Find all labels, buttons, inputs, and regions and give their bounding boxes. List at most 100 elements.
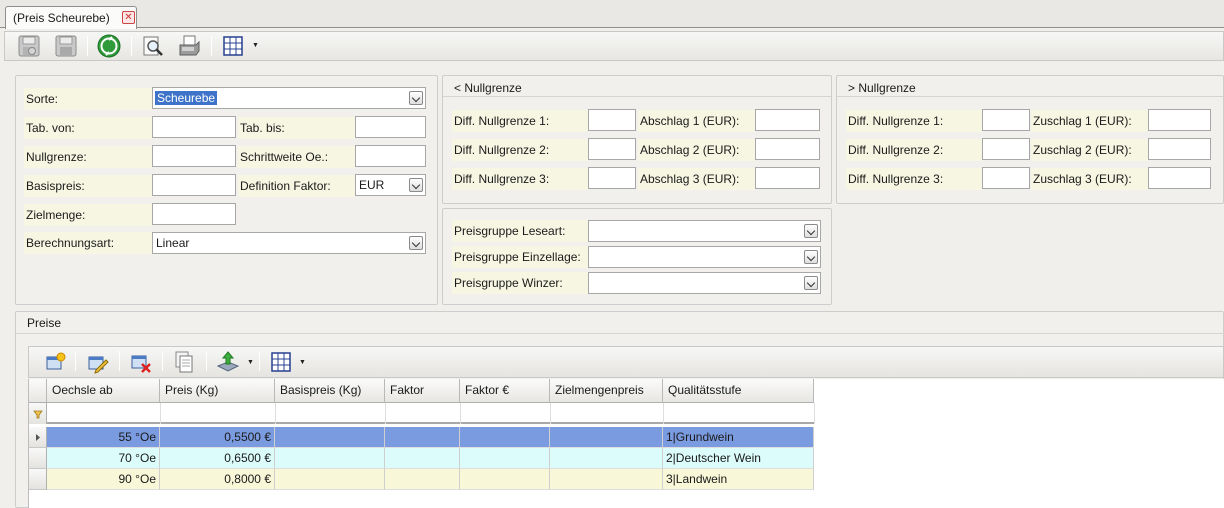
- upper-diff1-label: Diff. Nullgrenze 1:: [846, 110, 982, 132]
- document-tab[interactable]: (Preis Scheurebe) ✕: [5, 6, 137, 29]
- zielmengenpreis-cell[interactable]: [550, 427, 663, 448]
- lower-diff2-field[interactable]: [588, 138, 636, 160]
- row-header-corner: [29, 379, 47, 403]
- sorte-combo[interactable]: Scheurebe: [152, 87, 426, 109]
- upper-diff2-field[interactable]: [982, 138, 1030, 160]
- column-header[interactable]: Zielmengenpreis: [550, 379, 663, 403]
- row-indicator[interactable]: [29, 448, 47, 469]
- column-header[interactable]: Oechsle ab: [47, 379, 160, 403]
- preis-cell[interactable]: 0,5500 €: [160, 427, 275, 448]
- faktor-cell[interactable]: [385, 427, 460, 448]
- faktor-eur-cell[interactable]: [460, 427, 550, 448]
- faktor-cell[interactable]: [385, 448, 460, 469]
- chevron-down-icon[interactable]: [409, 178, 423, 192]
- filter-row[interactable]: [29, 403, 814, 424]
- row-indicator[interactable]: [29, 469, 47, 490]
- upper-diff1-field[interactable]: [982, 109, 1030, 131]
- column-header[interactable]: Basispreis (Kg): [275, 379, 385, 403]
- tab-bis-label: Tab. bis:: [238, 117, 355, 139]
- zielmenge-field[interactable]: [152, 203, 236, 225]
- filter-icon[interactable]: [29, 403, 47, 424]
- preis-cell[interactable]: 0,8000 €: [160, 469, 275, 490]
- schrittweite-label: Schrittweite Oe.:: [238, 146, 355, 168]
- preisgruppe-winzer-combo[interactable]: [588, 272, 821, 294]
- chevron-down-icon[interactable]: [804, 250, 818, 264]
- chevron-down-icon[interactable]: ▼: [247, 359, 254, 366]
- filter-divider: [275, 403, 276, 424]
- lower-diff1-label: Diff. Nullgrenze 1:: [452, 110, 588, 132]
- berechnungsart-combo[interactable]: Linear: [152, 232, 426, 254]
- basispreis-cell[interactable]: [275, 427, 385, 448]
- preisgruppe-winzer-label: Preisgruppe Winzer:: [452, 272, 588, 294]
- preisgruppe-leseart-combo[interactable]: [588, 220, 821, 242]
- chevron-down-icon[interactable]: [804, 276, 818, 290]
- save-button[interactable]: [54, 34, 78, 58]
- sync-button[interactable]: [97, 34, 121, 58]
- column-header[interactable]: Qualitätsstufe: [663, 379, 814, 403]
- zielmengenpreis-cell[interactable]: [550, 469, 663, 490]
- print-preview-button[interactable]: [141, 34, 165, 58]
- preis-cell[interactable]: 0,6500 €: [160, 448, 275, 469]
- abschlag2-field[interactable]: [755, 138, 820, 160]
- abschlag1-field[interactable]: [755, 109, 820, 131]
- table-row[interactable]: 55 °Oe 0,5500 € 1|Grundwein: [29, 427, 814, 448]
- zuschlag1-field[interactable]: [1148, 109, 1211, 131]
- zuschlag3-field[interactable]: [1148, 167, 1211, 189]
- save-icon: [55, 35, 77, 57]
- chevron-down-icon[interactable]: [409, 91, 423, 105]
- column-header[interactable]: Faktor: [385, 379, 460, 403]
- schrittweite-field[interactable]: [355, 145, 426, 167]
- lower-diff3-field[interactable]: [588, 167, 636, 189]
- chevron-down-icon[interactable]: [804, 224, 818, 238]
- basispreis-cell[interactable]: [275, 469, 385, 490]
- preisgruppe-einzellage-combo[interactable]: [588, 246, 821, 268]
- qualitaet-cell[interactable]: 3|Landwein: [663, 469, 814, 490]
- zielmengenpreis-cell[interactable]: [550, 448, 663, 469]
- tab-von-field[interactable]: [152, 116, 236, 138]
- upper-diff3-field[interactable]: [982, 167, 1030, 189]
- basispreis-field[interactable]: [152, 174, 236, 196]
- current-row-arrow-icon: [36, 434, 40, 441]
- tab-strip: [0, 0, 1224, 28]
- print-button[interactable]: [177, 34, 201, 58]
- zuschlag3-label: Zuschlag 3 (EUR):: [1031, 168, 1148, 190]
- zuschlag2-field[interactable]: [1148, 138, 1211, 160]
- grid-layout-button[interactable]: [269, 350, 293, 374]
- abschlag3-field[interactable]: [755, 167, 820, 189]
- oechsle-cell[interactable]: 90 °Oe: [47, 469, 160, 490]
- column-header[interactable]: Preis (Kg): [160, 379, 275, 403]
- preisgruppe-einzellage-label: Preisgruppe Einzellage:: [452, 246, 588, 268]
- qualitaet-cell[interactable]: 2|Deutscher Wein: [663, 448, 814, 469]
- basispreis-cell[interactable]: [275, 448, 385, 469]
- filter-divider: [814, 403, 815, 424]
- delete-record-button[interactable]: [129, 350, 153, 374]
- chevron-down-icon[interactable]: [409, 236, 423, 250]
- faktor-eur-cell[interactable]: [460, 469, 550, 490]
- row-indicator[interactable]: [29, 427, 47, 448]
- close-icon[interactable]: ✕: [122, 11, 135, 24]
- toolbar-separator: [119, 351, 120, 371]
- grid-layout-button[interactable]: [221, 34, 245, 58]
- tab-bis-field[interactable]: [355, 116, 426, 138]
- chevron-down-icon[interactable]: ▼: [299, 359, 306, 366]
- oechsle-cell[interactable]: 70 °Oe: [47, 448, 160, 469]
- qualitaet-cell[interactable]: 1|Grundwein: [663, 427, 814, 448]
- faktor-eur-cell[interactable]: [460, 448, 550, 469]
- table-row[interactable]: 90 °Oe 0,8000 € 3|Landwein: [29, 469, 814, 490]
- column-header[interactable]: Faktor €: [460, 379, 550, 403]
- oechsle-cell[interactable]: 55 °Oe: [47, 427, 160, 448]
- new-record-icon: [46, 352, 66, 370]
- filter-divider: [663, 403, 664, 424]
- copy-record-button[interactable]: [172, 350, 196, 374]
- new-record-button[interactable]: [44, 350, 68, 374]
- edit-record-button[interactable]: [86, 350, 110, 374]
- save-close-button[interactable]: [17, 34, 41, 58]
- export-button[interactable]: [216, 350, 240, 374]
- chevron-down-icon[interactable]: ▼: [252, 42, 259, 49]
- definition-faktor-combo[interactable]: EUR: [355, 174, 426, 196]
- nullgrenze-field[interactable]: [152, 145, 236, 167]
- faktor-cell[interactable]: [385, 469, 460, 490]
- lower-diff1-field[interactable]: [588, 109, 636, 131]
- table-row[interactable]: 70 °Oe 0,6500 € 2|Deutscher Wein: [29, 448, 814, 469]
- filter-divider: [160, 403, 161, 424]
